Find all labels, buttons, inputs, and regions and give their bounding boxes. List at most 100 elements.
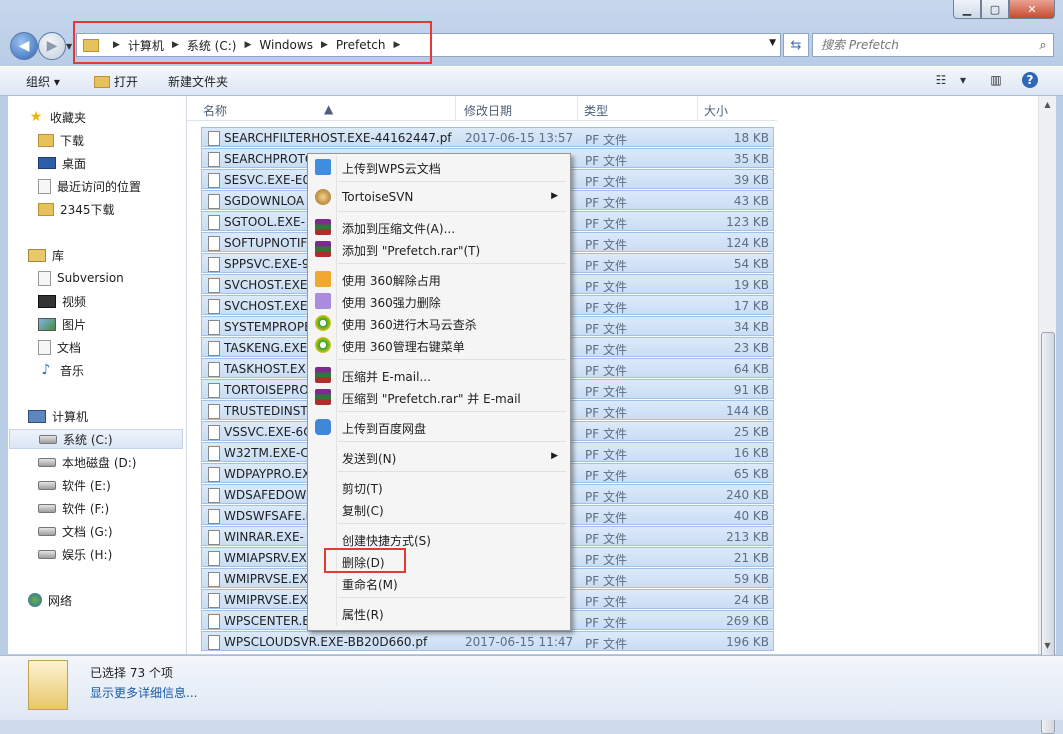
- menu-item-create-shortcut[interactable]: 创建快捷方式(S): [310, 528, 568, 550]
- menu-item-add-archive[interactable]: 添加到压缩文件(A)...: [310, 216, 568, 238]
- file-name: WMIPRVSE.EX: [224, 593, 308, 607]
- context-menu: 上传到WPS云文档 TortoiseSVN ▶ 添加到压缩文件(A)... 添加到…: [307, 153, 571, 631]
- nav-music[interactable]: ♪ 音乐: [38, 360, 84, 380]
- nav-subversion[interactable]: Subversion: [38, 268, 124, 288]
- view-options-icon[interactable]: ☷: [932, 72, 950, 88]
- file-size: 213 KB: [726, 530, 769, 544]
- crumb-prefetch[interactable]: Prefetch: [336, 38, 386, 52]
- minimize-button[interactable]: ▁: [953, 0, 981, 19]
- nav-drive-c[interactable]: 系统 (C:): [9, 429, 183, 449]
- menu-item-properties[interactable]: 属性(R): [310, 602, 568, 624]
- menu-item-rar-email[interactable]: 压缩到 "Prefetch.rar" 并 E-mail: [310, 386, 568, 408]
- menu-item-rename[interactable]: 重命名(M): [310, 572, 568, 594]
- new-folder-button[interactable]: 新建文件夹: [168, 73, 228, 90]
- nav-favorites[interactable]: ★ 收藏夹: [28, 107, 86, 127]
- nav-drive-d[interactable]: 本地磁盘 (D:): [38, 452, 136, 472]
- nav-drive-h[interactable]: 娱乐 (H:): [38, 544, 112, 564]
- file-type: PF 文件: [585, 469, 627, 483]
- menu-item-cut[interactable]: 剪切(T): [310, 476, 568, 498]
- menu-item-copy[interactable]: 复制(C): [310, 498, 568, 520]
- menu-separator: [338, 597, 566, 598]
- winrar-icon: [315, 219, 331, 235]
- search-input[interactable]: [813, 37, 1033, 53]
- menu-item-send-to[interactable]: 发送到(N) ▶: [310, 446, 568, 468]
- chevron-right-icon[interactable]: ▶: [321, 40, 328, 50]
- nav-drive-g[interactable]: 文档 (G:): [38, 521, 113, 541]
- history-dropdown-icon[interactable]: ▼: [66, 42, 72, 51]
- column-name[interactable]: 名称: [203, 102, 227, 119]
- menu-item-360-manage[interactable]: 使用 360管理右键菜单: [310, 334, 568, 356]
- file-icon: [208, 572, 220, 587]
- nav-network[interactable]: 网络: [28, 590, 72, 610]
- back-button[interactable]: ◀: [10, 32, 38, 60]
- menu-separator: [338, 263, 566, 264]
- chevron-right-icon[interactable]: ▶: [393, 40, 400, 50]
- refresh-button[interactable]: ⇆: [783, 33, 809, 57]
- file-type: PF 文件: [585, 154, 627, 168]
- search-box[interactable]: ⌕: [812, 33, 1054, 57]
- nav-recent[interactable]: 最近访问的位置: [38, 176, 141, 196]
- file-row[interactable]: SEARCHFILTERHOST.EXE-44162447.pf 2017-06-…: [201, 127, 774, 147]
- open-button[interactable]: 打开: [94, 73, 138, 90]
- scroll-up-icon[interactable]: ▲: [1039, 96, 1056, 113]
- crumb-windows[interactable]: Windows: [259, 38, 313, 52]
- column-date[interactable]: 修改日期: [464, 102, 512, 119]
- help-icon[interactable]: ?: [1022, 72, 1038, 88]
- menu-label: 剪切(T): [342, 482, 383, 496]
- crumb-computer[interactable]: 计算机: [128, 37, 164, 54]
- menu-item-360-unlock[interactable]: 使用 360解除占用: [310, 268, 568, 290]
- address-dropdown-icon[interactable]: ▼: [769, 38, 776, 48]
- nav-downloads[interactable]: 下载: [38, 130, 84, 150]
- nav-label: 视频: [62, 294, 87, 309]
- search-icon[interactable]: ⌕: [1033, 38, 1053, 53]
- menu-item-wps-upload[interactable]: 上传到WPS云文档: [310, 156, 568, 178]
- menu-item-baidu-upload[interactable]: 上传到百度网盘: [310, 416, 568, 438]
- address-bar[interactable]: ▶ 计算机 ▶ 系统 (C:) ▶ Windows ▶ Prefetch ▶ ▼: [76, 33, 781, 57]
- nav-desktop[interactable]: 桌面: [38, 153, 86, 173]
- nav-label: 软件 (E:): [62, 478, 111, 493]
- file-type: PF 文件: [585, 343, 627, 357]
- nav-drive-f[interactable]: 软件 (F:): [38, 498, 109, 518]
- column-separator[interactable]: [697, 96, 698, 120]
- file-icon: [208, 173, 220, 188]
- forward-button[interactable]: ▶: [38, 32, 66, 60]
- organize-button[interactable]: 组织 ▾: [26, 73, 60, 90]
- menu-item-add-rar[interactable]: 添加到 "Prefetch.rar"(T): [310, 238, 568, 260]
- file-name: TASKHOST.EX: [224, 362, 306, 376]
- chevron-right-icon[interactable]: ▶: [244, 40, 251, 50]
- view-dropdown-icon[interactable]: ▾: [954, 72, 972, 88]
- preview-pane-icon[interactable]: ▥: [987, 72, 1005, 88]
- nav-label: 文档: [57, 340, 82, 355]
- chevron-right-icon[interactable]: ▶: [113, 40, 120, 50]
- nav-drive-e[interactable]: 软件 (E:): [38, 475, 111, 495]
- picture-icon: [38, 317, 56, 331]
- file-row[interactable]: WPSCLOUDSVR.EXE-BB20D660.pf 2017-06-15 11…: [201, 631, 774, 651]
- nav-documents[interactable]: 文档: [38, 337, 81, 357]
- nav-videos[interactable]: 视频: [38, 291, 86, 311]
- scroll-down-icon[interactable]: ▼: [1039, 637, 1056, 654]
- nav-computer[interactable]: 计算机: [28, 406, 88, 426]
- crumb-drive-c[interactable]: 系统 (C:): [187, 37, 237, 54]
- nav-libraries[interactable]: 库: [28, 245, 64, 265]
- menu-item-tortoisesvn[interactable]: TortoiseSVN ▶: [310, 186, 568, 208]
- column-size[interactable]: 大小: [704, 102, 728, 119]
- vertical-scrollbar[interactable]: ▲ ▼: [1038, 96, 1056, 734]
- chevron-right-icon[interactable]: ▶: [172, 40, 179, 50]
- close-button[interactable]: ✕: [1009, 0, 1055, 19]
- column-type[interactable]: 类型: [584, 102, 608, 119]
- show-more-details-link[interactable]: 显示更多详细信息...: [90, 684, 197, 701]
- menu-item-360-force-delete[interactable]: 使用 360强力删除: [310, 290, 568, 312]
- column-separator[interactable]: [455, 96, 456, 120]
- nav-pictures[interactable]: 图片: [38, 314, 86, 334]
- nav-label: 网络: [48, 593, 73, 608]
- file-size: 16 KB: [733, 446, 769, 460]
- file-type: PF 文件: [585, 301, 627, 315]
- column-separator[interactable]: [577, 96, 578, 120]
- nav-2345-downloads[interactable]: 2345下载: [38, 199, 115, 219]
- maximize-button[interactable]: ▢: [981, 0, 1009, 19]
- menu-item-360-scan[interactable]: 使用 360进行木马云查杀: [310, 312, 568, 334]
- menu-item-delete[interactable]: 删除(D): [310, 550, 568, 572]
- menu-separator: [338, 211, 566, 212]
- file-name: SGDOWNLOA: [224, 194, 305, 208]
- menu-item-zip-email[interactable]: 压缩并 E-mail...: [310, 364, 568, 386]
